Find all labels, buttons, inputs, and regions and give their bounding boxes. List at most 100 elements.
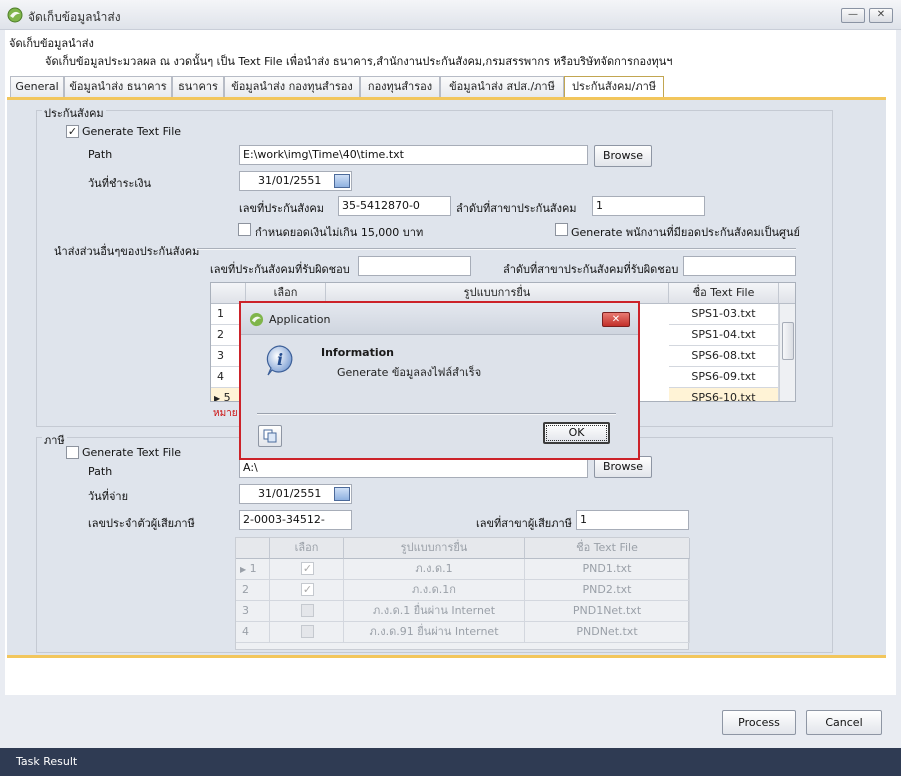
tab-fund[interactable]: กองทุนสำรอง bbox=[360, 76, 440, 98]
table-row-file[interactable]: PND2.txt bbox=[525, 580, 690, 601]
row-number: 1 bbox=[249, 562, 257, 575]
tax-branch-label: เลขที่สาขาผู้เสียภาษี bbox=[476, 517, 572, 530]
tab-bank-export[interactable]: ข้อมูลนำส่ง ธนาคาร bbox=[64, 76, 172, 98]
dialog-titlebar: Application ✕ bbox=[241, 303, 638, 335]
check-icon[interactable]: ✓ bbox=[301, 562, 314, 575]
dialog-title: Application bbox=[269, 313, 331, 326]
social-ssno-label: เลขที่ประกันสังคม bbox=[239, 202, 324, 215]
table-row-file[interactable]: SPS1-03.txt bbox=[669, 304, 779, 325]
tax-grid[interactable]: เลือก รูปแบบการยื่น ชื่อ Text File ▶ 1 ✓… bbox=[235, 537, 690, 650]
process-button[interactable]: Process bbox=[722, 710, 796, 735]
page-title: จัดเก็บข้อมูลนำส่ง bbox=[9, 37, 94, 50]
tab-bank[interactable]: ธนาคาร bbox=[172, 76, 224, 98]
dialog-message: Generate ข้อมูลลงไฟล์สำเร็จ bbox=[337, 366, 482, 379]
scroll-thumb[interactable] bbox=[782, 322, 794, 360]
grid-header-select[interactable]: เลือก bbox=[270, 538, 344, 559]
close-button[interactable]: ✕ bbox=[869, 8, 893, 23]
social-branch-input[interactable]: 1 bbox=[592, 196, 705, 216]
tab-general[interactable]: General bbox=[10, 76, 64, 98]
table-row-select[interactable]: ✓ bbox=[270, 580, 344, 601]
table-row-select[interactable]: ✓ bbox=[270, 559, 344, 580]
social-paydate-label: วันที่ชำระเงิน bbox=[88, 177, 152, 190]
dialog-close-button[interactable]: ✕ bbox=[602, 312, 630, 327]
social-zero-checkbox[interactable] bbox=[555, 223, 568, 236]
information-dialog: Application ✕ i Information Generate ข้อ… bbox=[239, 301, 640, 460]
social-resp-no-label: เลขที่ประกันสังคมที่รับผิดชอบ bbox=[210, 263, 350, 276]
copy-button[interactable] bbox=[258, 425, 282, 447]
social-path-label: Path bbox=[88, 148, 113, 161]
grid-header-corner bbox=[779, 283, 795, 304]
ok-button[interactable]: OK bbox=[543, 422, 610, 444]
table-row[interactable]: 4 bbox=[236, 622, 270, 643]
social-browse-button[interactable]: Browse bbox=[594, 145, 652, 167]
table-row-form[interactable]: ภ.ง.ด.1 bbox=[344, 559, 525, 580]
cancel-button[interactable]: Cancel bbox=[806, 710, 882, 735]
grid-header-file[interactable]: ชื่อ Text File bbox=[525, 538, 690, 559]
app-icon bbox=[7, 7, 23, 23]
social-security-group-label: ประกันสังคม bbox=[42, 104, 106, 122]
tab-sso-tax-export[interactable]: ข้อมูลนำส่ง สปส./ภาษี bbox=[440, 76, 564, 98]
status-bar: Task Result bbox=[0, 748, 901, 776]
grid-header-rownum bbox=[236, 538, 270, 559]
info-icon: i bbox=[263, 343, 297, 377]
grid-header-form[interactable]: รูปแบบการยื่น bbox=[344, 538, 525, 559]
tax-taxid-label: เลขประจำตัวผู้เสียภาษี bbox=[88, 517, 195, 530]
calendar-icon[interactable] bbox=[334, 487, 350, 501]
dialog-heading: Information bbox=[321, 346, 394, 359]
tab-sso-tax[interactable]: ประกันสังคม/ภาษี bbox=[564, 76, 664, 99]
tax-taxid-input[interactable]: 2-0003-34512- bbox=[239, 510, 352, 530]
table-row-form[interactable]: ภ.ง.ด.91 ยื่นผ่าน Internet bbox=[344, 622, 525, 643]
social-generate-checkbox[interactable]: ✓ bbox=[66, 125, 79, 138]
social-resp-no-input[interactable] bbox=[358, 256, 471, 276]
social-resp-branch-input[interactable] bbox=[683, 256, 796, 276]
social-other-divider bbox=[197, 248, 796, 250]
table-row[interactable]: 2 bbox=[236, 580, 270, 601]
social-limit-checkbox[interactable] bbox=[238, 223, 251, 236]
table-row[interactable]: ▶ 1 bbox=[236, 559, 270, 580]
table-row-file[interactable]: PND1.txt bbox=[525, 559, 690, 580]
tab-fund-export[interactable]: ข้อมูลนำส่ง กองทุนสำรอง bbox=[224, 76, 360, 98]
table-row-file[interactable]: PNDNet.txt bbox=[525, 622, 690, 643]
window-titlebar: จัดเก็บข้อมูลนำส่ง — ✕ bbox=[0, 0, 901, 30]
empty-checkbox[interactable] bbox=[301, 604, 314, 617]
table-row-file[interactable]: SPS6-09.txt bbox=[669, 367, 779, 388]
social-ssno-input[interactable]: 35-5412870-0 bbox=[338, 196, 451, 216]
tax-path-input[interactable]: A:\ bbox=[239, 458, 588, 478]
svg-text:i: i bbox=[277, 350, 283, 369]
row-pointer-icon: ▶ bbox=[214, 394, 221, 402]
social-other-label: นำส่งส่วนอื่นๆของประกันสังคม bbox=[54, 245, 200, 258]
check-icon[interactable]: ✓ bbox=[301, 583, 314, 596]
page-description: จัดเก็บข้อมูลประมวลผล ณ งวดนั้นๆ เป็น Te… bbox=[45, 55, 673, 68]
calendar-icon[interactable] bbox=[334, 174, 350, 188]
dialog-divider bbox=[257, 413, 616, 415]
window-title: จัดเก็บข้อมูลนำส่ง bbox=[28, 10, 121, 24]
empty-checkbox[interactable] bbox=[301, 625, 314, 638]
dialog-body: i Information Generate ข้อมูลลงไฟล์สำเร็… bbox=[241, 335, 638, 458]
table-row-file[interactable]: SPS1-04.txt bbox=[669, 325, 779, 346]
social-path-input[interactable]: E:\work\img\Time\40\time.txt bbox=[239, 145, 588, 165]
social-note: หมาย bbox=[213, 408, 238, 419]
minimize-button[interactable]: — bbox=[841, 8, 865, 23]
tax-generate-label: Generate Text File bbox=[82, 446, 182, 459]
tax-group-label: ภาษี bbox=[42, 431, 67, 449]
table-row-select[interactable] bbox=[270, 622, 344, 643]
tax-branch-input[interactable]: 1 bbox=[576, 510, 689, 530]
row-pointer-icon: ▶ bbox=[240, 565, 247, 574]
social-resp-branch-label: ลำดับที่สาขาประกันสังคมที่รับผิดชอบ bbox=[503, 263, 679, 276]
social-zero-label: Generate พนักงานที่มียอดประกันสังคมเป็นศ… bbox=[571, 226, 800, 239]
tax-paydate-label: วันที่จ่าย bbox=[88, 490, 129, 503]
app-icon bbox=[249, 312, 264, 327]
table-row[interactable]: 3 bbox=[236, 601, 270, 622]
table-row-file[interactable]: PND1Net.txt bbox=[525, 601, 690, 622]
table-row-select[interactable] bbox=[270, 601, 344, 622]
row-number: 5 bbox=[223, 391, 231, 402]
tax-path-label: Path bbox=[88, 465, 113, 478]
table-row-file[interactable]: SPS6-08.txt bbox=[669, 346, 779, 367]
grid-scrollbar[interactable] bbox=[779, 304, 795, 401]
table-row-form[interactable]: ภ.ง.ด.1ก bbox=[344, 580, 525, 601]
table-row-file[interactable]: SPS6-10.txt bbox=[669, 388, 779, 401]
tax-generate-checkbox[interactable] bbox=[66, 446, 79, 459]
grid-header-file[interactable]: ชื่อ Text File bbox=[669, 283, 779, 304]
table-row-form[interactable]: ภ.ง.ด.1 ยื่นผ่าน Internet bbox=[344, 601, 525, 622]
social-branch-label: ลำดับที่สาขาประกันสังคม bbox=[456, 202, 577, 215]
